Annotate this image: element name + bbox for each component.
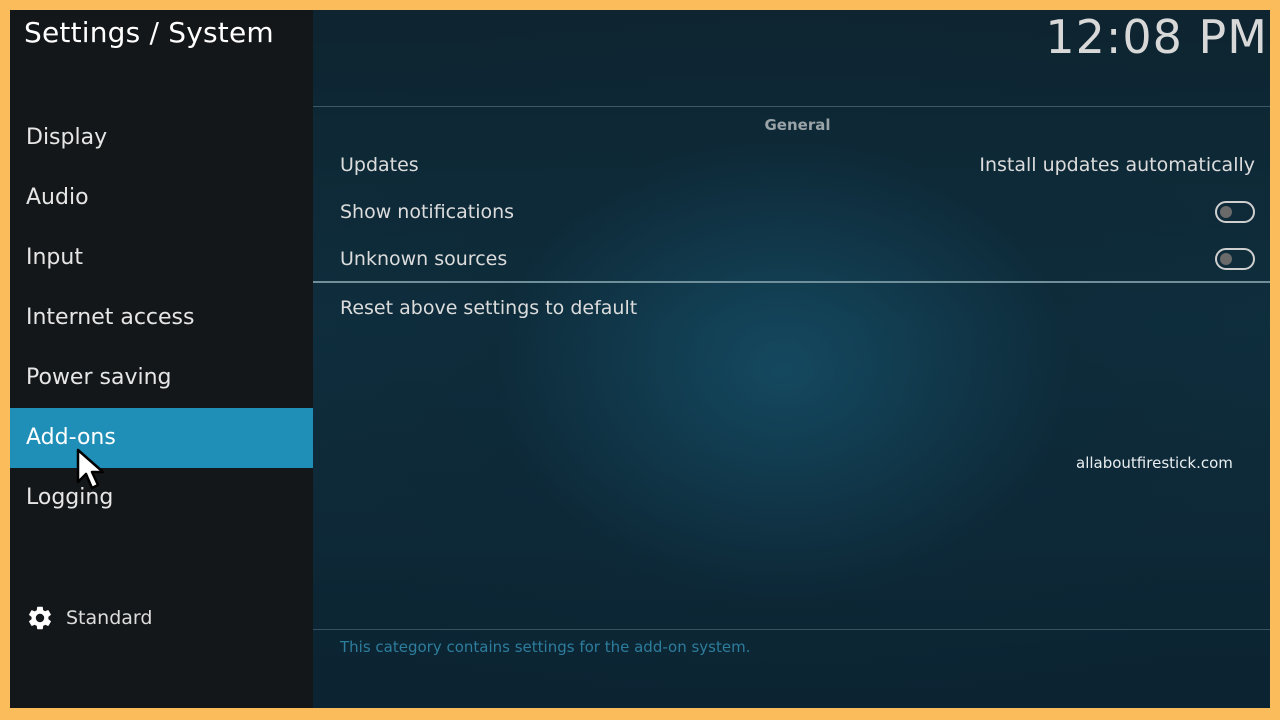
sidebar-menu: Display Audio Input Internet access Powe… [10,108,313,528]
bottom-divider [313,629,1270,630]
sidebar-item-display[interactable]: Display [10,108,313,168]
category-description: This category contains settings for the … [340,638,751,656]
sidebar-item-power-saving[interactable]: Power saving [10,348,313,408]
unknown-sources-toggle[interactable] [1215,248,1255,270]
settings-divider [313,281,1270,283]
sidebar-item-logging[interactable]: Logging [10,468,313,528]
mouse-pointer-icon [76,448,105,490]
settings-level-label: Standard [66,607,153,629]
clock: 12:08 PM [1045,10,1268,64]
watermark: allaboutfirestick.com [1076,454,1233,472]
reset-settings-button[interactable]: Reset above settings to default [340,288,1255,328]
setting-show-notifications-label: Show notifications [340,201,515,223]
sidebar-item-audio[interactable]: Audio [10,168,313,228]
sidebar-item-add-ons[interactable]: Add-ons [10,408,313,468]
reset-settings-label: Reset above settings to default [340,297,638,319]
setting-show-notifications[interactable]: Show notifications [340,192,1255,232]
app-frame: Settings / System Display Audio Input In… [10,10,1270,708]
gear-icon [29,606,51,630]
setting-unknown-sources-label: Unknown sources [340,248,508,270]
setting-unknown-sources[interactable]: Unknown sources [340,239,1255,279]
settings-level-button[interactable]: Standard [26,604,152,632]
setting-updates-value: Install updates automatically [979,154,1255,176]
top-divider [313,106,1270,107]
sidebar-item-input[interactable]: Input [10,228,313,288]
main-panel: 12:08 PM General Updates Install updates… [313,10,1270,708]
window-title: Settings / System [24,16,274,49]
section-header: General [764,116,831,134]
sidebar: Settings / System Display Audio Input In… [10,10,313,708]
setting-updates[interactable]: Updates Install updates automatically [340,145,1255,185]
setting-updates-label: Updates [340,154,419,176]
show-notifications-toggle[interactable] [1215,201,1255,223]
sidebar-item-internet-access[interactable]: Internet access [10,288,313,348]
